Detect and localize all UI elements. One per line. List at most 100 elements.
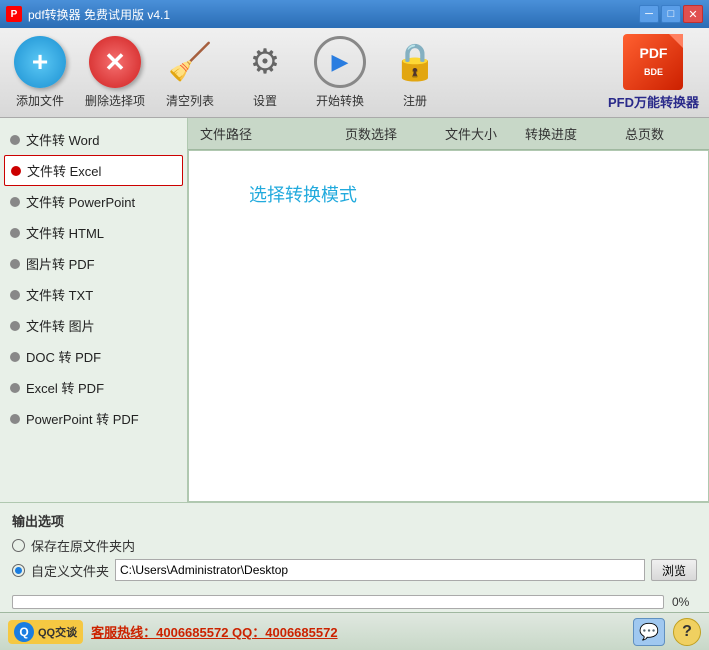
pdf-brand: PDFBDE PFD万能转换器 bbox=[608, 34, 699, 111]
sidebar-item-txt[interactable]: 文件转 TXT bbox=[0, 279, 187, 310]
settings-icon: ⚙ bbox=[239, 36, 291, 88]
pdf-logo-text: PDFBDE bbox=[639, 45, 667, 79]
radio-group: 保存在原文件夹内 自定义文件夹 浏览 bbox=[12, 536, 697, 581]
qq-badge[interactable]: Q QQ交谈 bbox=[8, 620, 83, 644]
register-button[interactable]: 🔒 注册 bbox=[385, 36, 445, 109]
broom-icon: 🧹 bbox=[164, 36, 216, 88]
delete-circle-icon: ✕ bbox=[89, 36, 141, 88]
dot-icon bbox=[10, 197, 20, 207]
radio-row-original[interactable]: 保存在原文件夹内 bbox=[12, 536, 697, 555]
register-label: 注册 bbox=[403, 92, 427, 109]
sidebar-item-img2pdf[interactable]: 图片转 PDF bbox=[0, 248, 187, 279]
sidebar-item-html-label: 文件转 HTML bbox=[26, 223, 104, 242]
chat-button[interactable]: 💬 bbox=[633, 618, 665, 646]
sidebar-item-word[interactable]: 文件转 Word bbox=[0, 124, 187, 155]
file-table-header: 文件路径 页数选择 文件大小 转换进度 总页数 bbox=[188, 118, 709, 150]
qq-icon: Q bbox=[14, 622, 34, 642]
sidebar-item-doc2pdf[interactable]: DOC 转 PDF bbox=[0, 341, 187, 372]
radio-original[interactable] bbox=[12, 539, 25, 552]
progress-label: 0% bbox=[672, 595, 697, 609]
clear-label: 清空列表 bbox=[166, 92, 214, 109]
dot-icon bbox=[10, 135, 20, 145]
radio-row-custom[interactable]: 自定义文件夹 浏览 bbox=[12, 559, 697, 581]
help-icon: ? bbox=[682, 623, 692, 641]
header-path: 文件路径 bbox=[196, 122, 341, 145]
sidebar-item-img-label: 文件转 图片 bbox=[26, 316, 95, 335]
sidebar-item-img[interactable]: 文件转 图片 bbox=[0, 310, 187, 341]
broom-svg: 🧹 bbox=[164, 36, 216, 88]
progress-section: 0% bbox=[0, 592, 709, 612]
hotline-text[interactable]: 客服热线：4006685572 QQ：4006685572 bbox=[91, 622, 337, 641]
sidebar: 文件转 Word 文件转 Excel 文件转 PowerPoint 文件转 HT… bbox=[0, 118, 188, 502]
lock-svg: 🔒 bbox=[389, 36, 441, 88]
path-input[interactable] bbox=[115, 559, 645, 581]
maximize-button[interactable]: □ bbox=[661, 5, 681, 23]
play-icon: ▶ bbox=[314, 36, 366, 88]
progress-bar-container bbox=[12, 595, 664, 609]
dot-icon bbox=[10, 321, 20, 331]
title-bar-controls: ─ □ ✕ bbox=[639, 5, 703, 23]
bottom-bar: Q QQ交谈 客服热线：4006685572 QQ：4006685572 💬 ? bbox=[0, 612, 709, 650]
title-bar: P pdf转换器 免费试用版 v4.1 ─ □ ✕ bbox=[0, 0, 709, 28]
dot-icon bbox=[10, 352, 20, 362]
add-circle-icon: + bbox=[14, 36, 66, 88]
clear-button[interactable]: 🧹 清空列表 bbox=[160, 36, 220, 109]
sidebar-item-word-label: 文件转 Word bbox=[26, 130, 99, 149]
settings-button[interactable]: ⚙ 设置 bbox=[235, 36, 295, 109]
header-size: 文件大小 bbox=[441, 122, 521, 145]
chat-icon: 💬 bbox=[639, 622, 659, 642]
convert-label: 开始转换 bbox=[316, 92, 364, 109]
add-icon: + bbox=[14, 36, 66, 88]
sidebar-item-excel2pdf-label: Excel 转 PDF bbox=[26, 378, 104, 397]
pdf-logo: PDFBDE bbox=[623, 34, 683, 90]
sidebar-item-img2pdf-label: 图片转 PDF bbox=[26, 254, 95, 273]
lock-icon: 🔒 bbox=[389, 36, 441, 88]
sidebar-item-html[interactable]: 文件转 HTML bbox=[0, 217, 187, 248]
dot-icon bbox=[10, 228, 20, 238]
qq-label: QQ交谈 bbox=[38, 624, 77, 640]
dot-icon bbox=[10, 414, 20, 424]
main-content: 文件转 Word 文件转 Excel 文件转 PowerPoint 文件转 HT… bbox=[0, 118, 709, 502]
delete-button[interactable]: ✕ 删除选择项 bbox=[85, 36, 145, 109]
minimize-button[interactable]: ─ bbox=[639, 5, 659, 23]
toolbar: + 添加文件 ✕ 删除选择项 🧹 清空列表 ⚙ 设置 ▶ 开始转换 🔒 注册 P… bbox=[0, 28, 709, 118]
dot-icon bbox=[10, 259, 20, 269]
sidebar-item-txt-label: 文件转 TXT bbox=[26, 285, 93, 304]
sidebar-item-ppt2pdf-label: PowerPoint 转 PDF bbox=[26, 409, 139, 428]
select-mode-hint: 选择转换模式 bbox=[249, 181, 357, 207]
delete-label: 删除选择项 bbox=[85, 92, 145, 109]
play-circle-icon: ▶ bbox=[314, 36, 366, 88]
add-file-label: 添加文件 bbox=[16, 92, 64, 109]
header-progress: 转换进度 bbox=[521, 122, 621, 145]
gear-icon: ⚙ bbox=[239, 36, 291, 88]
header-pages: 页数选择 bbox=[341, 122, 441, 145]
path-input-row: 浏览 bbox=[115, 559, 697, 581]
app-icon: P bbox=[6, 6, 22, 22]
header-total: 总页数 bbox=[621, 122, 701, 145]
sidebar-item-excel2pdf[interactable]: Excel 转 PDF bbox=[0, 372, 187, 403]
window-title: pdf转换器 免费试用版 v4.1 bbox=[28, 6, 170, 23]
file-area: 文件路径 页数选择 文件大小 转换进度 总页数 选择转换模式 bbox=[188, 118, 709, 502]
output-title: 输出选项 bbox=[12, 511, 697, 530]
title-bar-left: P pdf转换器 免费试用版 v4.1 bbox=[6, 6, 170, 23]
dot-icon bbox=[10, 383, 20, 393]
close-button[interactable]: ✕ bbox=[683, 5, 703, 23]
sidebar-item-excel[interactable]: 文件转 Excel bbox=[4, 155, 183, 186]
radio-original-label: 保存在原文件夹内 bbox=[31, 536, 135, 555]
sidebar-item-ppt[interactable]: 文件转 PowerPoint bbox=[0, 186, 187, 217]
sidebar-item-ppt2pdf[interactable]: PowerPoint 转 PDF bbox=[0, 403, 187, 434]
convert-button[interactable]: ▶ 开始转换 bbox=[310, 36, 370, 109]
file-table-body: 选择转换模式 bbox=[188, 150, 709, 502]
delete-icon: ✕ bbox=[89, 36, 141, 88]
dot-active-icon bbox=[11, 166, 21, 176]
add-file-button[interactable]: + 添加文件 bbox=[10, 36, 70, 109]
help-button[interactable]: ? bbox=[673, 618, 701, 646]
browse-button[interactable]: 浏览 bbox=[651, 559, 697, 581]
radio-custom-label: 自定义文件夹 bbox=[31, 561, 109, 580]
sidebar-item-excel-label: 文件转 Excel bbox=[27, 161, 101, 180]
settings-label: 设置 bbox=[253, 92, 277, 109]
brand-name: PFD万能转换器 bbox=[608, 92, 699, 111]
radio-custom[interactable] bbox=[12, 564, 25, 577]
output-section: 输出选项 保存在原文件夹内 自定义文件夹 浏览 bbox=[0, 502, 709, 592]
sidebar-item-ppt-label: 文件转 PowerPoint bbox=[26, 192, 135, 211]
